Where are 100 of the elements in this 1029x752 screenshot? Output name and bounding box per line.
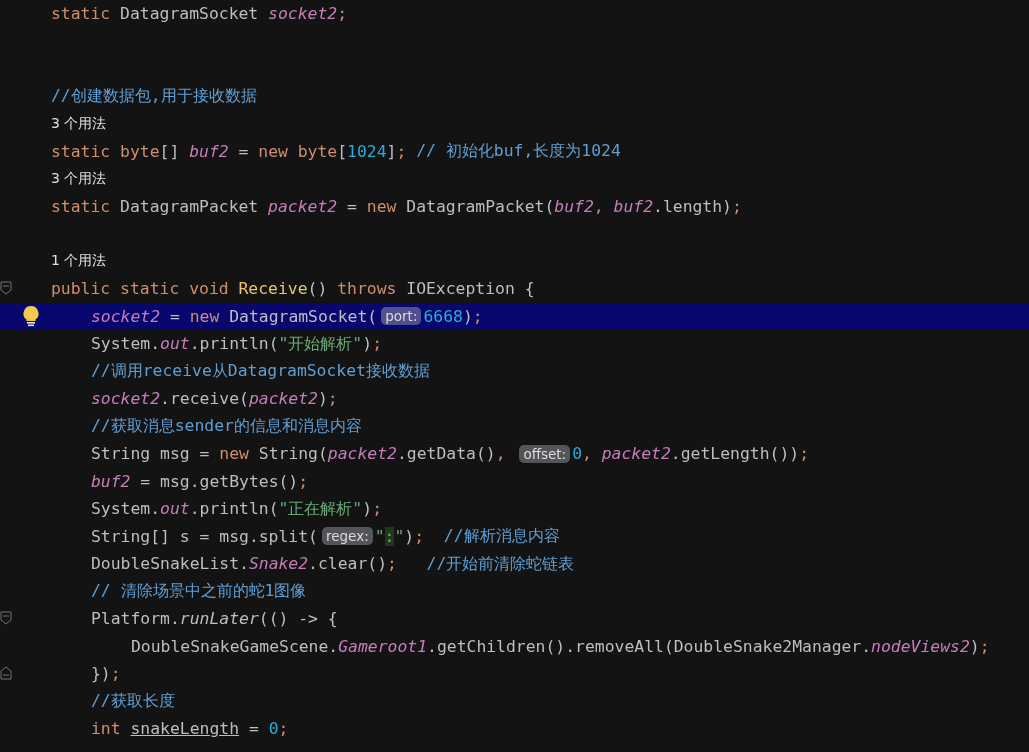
fold-marker-icon[interactable]	[0, 666, 12, 680]
keyword: ;	[732, 196, 742, 216]
keyword: static	[51, 4, 112, 24]
field-name: socket2	[91, 389, 161, 409]
field-name: buf2	[554, 196, 594, 216]
code-text: =	[346, 196, 358, 216]
code-text: Platform.	[91, 609, 180, 629]
code-text: DatagramPacket(	[406, 196, 555, 216]
field-name: buf2	[613, 196, 654, 216]
field-name: buf2	[189, 141, 229, 161]
keyword: new	[258, 141, 289, 161]
field-name: buf2	[91, 471, 131, 491]
keyword: public static void	[51, 279, 230, 299]
code-text: )	[362, 334, 373, 354]
code-text: DatagramPacket	[120, 196, 260, 216]
code-text: )	[362, 499, 373, 519]
keyword: ;	[372, 499, 382, 519]
keyword: byte	[297, 141, 338, 161]
code-text: })	[91, 664, 111, 684]
code-text: ]	[386, 141, 397, 161]
field-name: packet2	[268, 196, 338, 216]
code-text: .println(	[189, 334, 279, 354]
code-text: DatagramSocket	[120, 4, 260, 24]
code-text: DoubleSnakeList.	[91, 554, 249, 574]
code-text: .clear()	[308, 554, 388, 574]
code-comment: // 初始化buf,长度为1024	[415, 140, 621, 163]
method-name: Receive	[238, 279, 308, 299]
keyword: ,	[593, 196, 605, 216]
code-text: = msg.getBytes()	[139, 471, 299, 491]
code-text: String(	[258, 444, 328, 464]
fold-marker-icon[interactable]	[0, 611, 12, 625]
usage-count-link[interactable]: 3 个用法	[51, 114, 107, 133]
keyword: int	[91, 719, 122, 739]
code-comment: // 清除场景中之前的蛇1图像	[91, 580, 307, 603]
code-text: =	[237, 141, 250, 161]
code-text: [	[337, 141, 348, 161]
keyword: new	[366, 196, 398, 216]
keyword: ;	[387, 554, 397, 574]
method-name: runLater	[179, 609, 259, 629]
keyword: byte	[120, 141, 160, 161]
field-name: socket2	[91, 306, 161, 326]
keyword: static	[51, 141, 112, 161]
code-text: .receive(	[160, 389, 249, 409]
code-text: ()	[307, 279, 329, 299]
code-text: .getChildren().removeAll(DoubleSnake2Manager.	[427, 636, 872, 656]
variable-name: snakeLength	[130, 719, 240, 739]
code-text: DatagramSocket(	[229, 306, 378, 326]
code-text: String msg =	[91, 444, 211, 464]
code-comment: //获取长度	[91, 690, 175, 713]
field-name: Snake2	[248, 554, 309, 574]
field-name: out	[160, 334, 190, 354]
field-name: packet2	[601, 444, 671, 464]
fold-marker-icon[interactable]	[0, 281, 12, 295]
code-text: IOException {	[406, 279, 535, 299]
code-text: System.	[91, 334, 161, 354]
code-text: )	[317, 389, 328, 409]
keyword: ;	[799, 444, 809, 464]
code-text: .length)	[653, 196, 732, 216]
field-name: out	[160, 499, 190, 519]
code-comment: //解析消息内容	[442, 525, 560, 548]
number-literal: 0	[268, 719, 279, 739]
field-name: nodeViews2	[871, 636, 970, 656]
field-name: Gameroot1	[338, 636, 428, 656]
number-literal: 0	[572, 444, 582, 464]
field-name: packet2	[327, 444, 397, 464]
code-comment: //获取消息sender的信息和消息内容	[91, 415, 362, 438]
usage-count-link[interactable]: 3 个用法	[51, 169, 107, 188]
field-name: socket2	[268, 4, 338, 24]
code-text: System.	[91, 499, 161, 519]
parameter-hint: offset:	[519, 444, 571, 463]
usage-count-link[interactable]: 1 个用法	[51, 252, 107, 271]
keyword: ;	[396, 141, 407, 161]
code-text: .getLength())	[670, 444, 800, 464]
keyword: new	[219, 444, 250, 464]
code-text: []	[159, 141, 181, 161]
keyword: ;	[414, 526, 425, 546]
code-text: )	[404, 526, 415, 546]
keyword: ,	[495, 444, 507, 464]
keyword: ;	[110, 664, 121, 684]
keyword: ,	[582, 444, 593, 464]
string-literal: "开始解析"	[278, 332, 363, 355]
keyword: ;	[337, 4, 348, 24]
code-comment: //开始前清除蛇链表	[425, 552, 575, 575]
code-text: )	[969, 636, 980, 656]
code-text: )	[462, 306, 473, 326]
keyword: ;	[327, 389, 338, 409]
keyword: new	[189, 306, 221, 326]
parameter-hint: port:	[381, 307, 422, 326]
keyword: ;	[278, 719, 289, 739]
keyword: throws	[337, 279, 398, 299]
keyword: ;	[979, 636, 990, 656]
parameter-hint: regex:	[321, 527, 373, 546]
code-text: .println(	[189, 499, 279, 519]
string-literal: "正在解析"	[278, 497, 363, 520]
code-text: =	[168, 306, 181, 326]
string-literal: :	[384, 526, 395, 546]
keyword: ;	[472, 306, 483, 326]
field-name: packet2	[248, 389, 318, 409]
string-literal: "	[374, 526, 385, 546]
lightbulb-icon[interactable]	[22, 304, 40, 327]
